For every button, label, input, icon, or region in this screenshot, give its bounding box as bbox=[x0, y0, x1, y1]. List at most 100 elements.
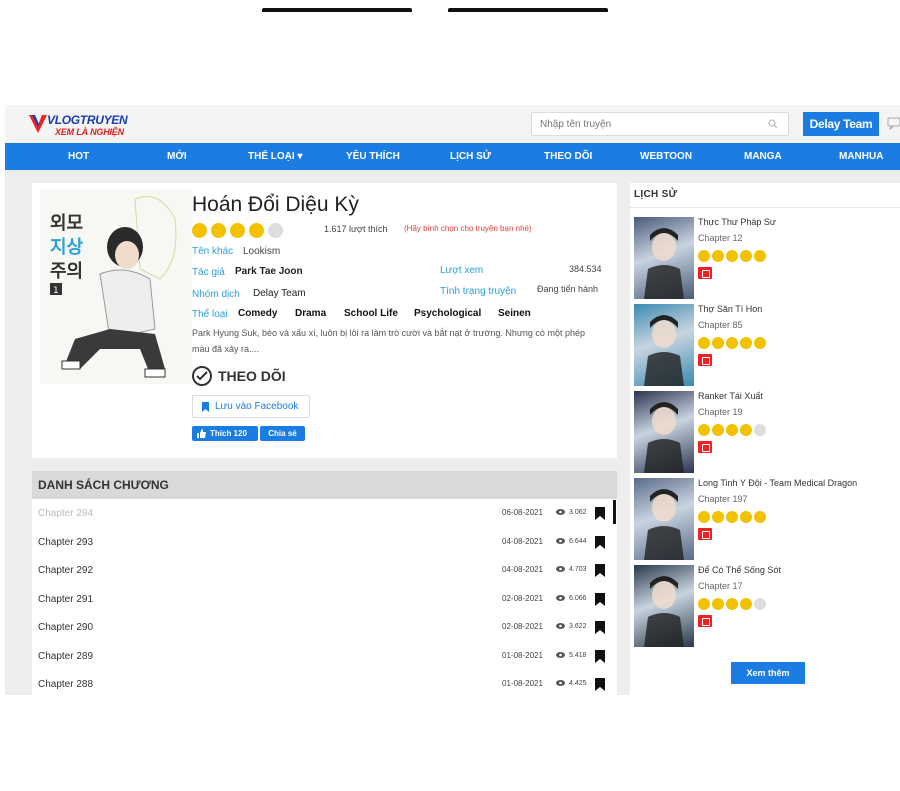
delete-history-icon[interactable] bbox=[698, 267, 712, 279]
chapter-name[interactable]: Chapter 294 bbox=[38, 508, 93, 519]
author-value[interactable]: Park Tae Joon bbox=[235, 266, 303, 277]
nav-item-new[interactable]: MỚI bbox=[167, 143, 187, 170]
chapter-row[interactable]: Chapter 291 02-08-2021 6.066 bbox=[32, 585, 617, 613]
star-empty-icon[interactable] bbox=[268, 223, 283, 238]
facebook-like-button[interactable]: Thích 120 bbox=[192, 426, 258, 441]
chapter-views: 3.062 bbox=[569, 509, 587, 516]
chapter-date: 04-08-2021 bbox=[502, 536, 543, 546]
bookmark-icon[interactable] bbox=[595, 649, 605, 663]
chapter-date: 04-08-2021 bbox=[502, 565, 543, 574]
site-logo[interactable]: VLOGTRUYEN XEM LÀ NGHIỆN bbox=[29, 111, 139, 139]
site-header: VLOGTRUYEN XEM LÀ NGHIỆN Delay Team bbox=[5, 105, 900, 143]
genre-tag-school-life[interactable]: School Life bbox=[344, 308, 398, 319]
history-thumbnail[interactable] bbox=[634, 478, 694, 560]
star-icon bbox=[740, 511, 752, 523]
user-team-button[interactable]: Delay Team bbox=[803, 112, 879, 136]
history-title[interactable]: Để Có Thể Sống Sót bbox=[698, 565, 781, 575]
chapter-row[interactable]: Chapter 292 04-08-2021 4.703 bbox=[32, 556, 617, 584]
star-icon bbox=[698, 337, 710, 349]
chapter-name[interactable]: Chapter 291 bbox=[38, 594, 93, 605]
bookmark-icon[interactable] bbox=[595, 507, 605, 520]
see-more-button[interactable]: Xem thêm bbox=[731, 662, 805, 684]
star-icon[interactable] bbox=[249, 223, 264, 238]
search-icon[interactable] bbox=[768, 119, 778, 129]
facebook-share-button[interactable]: Chia sẻ bbox=[260, 426, 305, 441]
genre-tag-drama[interactable]: Drama bbox=[295, 308, 326, 319]
chapter-views: 5.418 bbox=[569, 651, 587, 659]
history-title[interactable]: Thực Thư Pháp Sư bbox=[698, 217, 776, 227]
nav-item-webtoon[interactable]: WEBTOON bbox=[640, 143, 692, 170]
chapter-row[interactable]: Chapter 293 04-08-2021 6.644 bbox=[32, 528, 617, 556]
chapter-views: 3.622 bbox=[569, 623, 587, 630]
history-chapter[interactable]: Chapter 19 bbox=[698, 407, 743, 417]
genre-label: Thể loại bbox=[192, 309, 228, 320]
chapter-name[interactable]: Chapter 289 bbox=[38, 651, 93, 662]
history-chapter[interactable]: Chapter 85 bbox=[698, 320, 743, 330]
history-item[interactable]: Ranker Tái Xuất Chapter 19 bbox=[634, 391, 900, 473]
star-icon bbox=[740, 337, 752, 349]
nav-item-favorite[interactable]: YÊU THÍCH bbox=[346, 143, 400, 170]
chapter-date: 01-08-2021 bbox=[502, 679, 543, 688]
translator-value[interactable]: Delay Team bbox=[253, 288, 306, 299]
chapter-name[interactable]: Chapter 290 bbox=[38, 622, 93, 633]
history-thumbnail[interactable] bbox=[634, 391, 694, 473]
bookmark-icon[interactable] bbox=[595, 592, 605, 606]
nav-item-hot[interactable]: HOT bbox=[68, 143, 89, 170]
delete-history-icon[interactable] bbox=[698, 528, 712, 540]
history-chapter[interactable]: Chapter 12 bbox=[698, 233, 743, 243]
star-icon[interactable] bbox=[230, 223, 245, 238]
manga-title: Hoán Đổi Diệu Kỳ bbox=[192, 193, 359, 216]
chapter-row[interactable]: Chapter 288 01-08-2021 4.425 bbox=[32, 670, 617, 695]
star-icon[interactable] bbox=[211, 223, 226, 238]
genre-tag-comedy[interactable]: Comedy bbox=[238, 308, 277, 319]
history-item[interactable]: Để Có Thể Sống Sót Chapter 17 bbox=[634, 565, 900, 647]
history-thumbnail[interactable] bbox=[634, 304, 694, 386]
cover-title-line2: 지상 bbox=[50, 237, 84, 258]
divider bbox=[630, 207, 900, 208]
history-item[interactable]: Thợ Săn Tí Hon Chapter 85 bbox=[634, 304, 900, 386]
history-item[interactable]: Thực Thư Pháp Sư Chapter 12 bbox=[634, 217, 900, 299]
nav-item-manhua[interactable]: MANHUA bbox=[839, 143, 883, 170]
chapter-views: 6.644 bbox=[569, 537, 587, 545]
chat-icon[interactable] bbox=[887, 116, 900, 130]
rating-stars[interactable] bbox=[192, 223, 283, 238]
chapter-row[interactable]: Chapter 290 02-08-2021 3.622 bbox=[32, 613, 617, 641]
history-item[interactable]: Long Tinh Y Đội - Team Medical Dragon Cha… bbox=[634, 478, 900, 560]
main-nav: HOT MỚI THỂ LOẠI ▾ YÊU THÍCH LỊCH SỬ THE… bbox=[5, 143, 900, 170]
nav-item-following[interactable]: THEO DÕI bbox=[544, 143, 592, 170]
star-icon[interactable] bbox=[192, 223, 207, 238]
eye-icon bbox=[556, 509, 565, 515]
history-thumbnail[interactable] bbox=[634, 217, 694, 299]
history-chapter[interactable]: Chapter 197 bbox=[698, 494, 748, 504]
genre-tag-psychological[interactable]: Psychological bbox=[414, 308, 481, 319]
bookmark-icon[interactable] bbox=[595, 621, 605, 634]
star-icon bbox=[698, 511, 710, 523]
genre-tag-seinen[interactable]: Seinen bbox=[498, 308, 531, 319]
history-title[interactable]: Thợ Săn Tí Hon bbox=[698, 304, 762, 314]
history-title[interactable]: Ranker Tái Xuất bbox=[698, 391, 763, 401]
bookmark-icon[interactable] bbox=[595, 678, 605, 691]
chapter-name[interactable]: Chapter 292 bbox=[38, 565, 93, 576]
delete-history-icon[interactable] bbox=[698, 615, 712, 627]
chapter-views: 4.425 bbox=[569, 680, 587, 687]
history-title[interactable]: Long Tinh Y Đội - Team Medical Dragon bbox=[698, 478, 857, 488]
history-chapter[interactable]: Chapter 17 bbox=[698, 581, 743, 591]
history-thumbnail[interactable] bbox=[634, 565, 694, 647]
save-to-facebook-label: Lưu vào Facebook bbox=[215, 401, 299, 412]
star-icon bbox=[726, 424, 738, 436]
delete-history-icon[interactable] bbox=[698, 354, 712, 366]
nav-item-manga[interactable]: MANGA bbox=[744, 143, 782, 170]
delete-history-icon[interactable] bbox=[698, 441, 712, 453]
bookmark-icon[interactable] bbox=[595, 535, 605, 549]
cover-volume: 1 bbox=[53, 286, 59, 296]
nav-item-history[interactable]: LỊCH SỬ bbox=[450, 143, 491, 170]
search-input[interactable] bbox=[532, 113, 752, 135]
chapter-name[interactable]: Chapter 288 bbox=[38, 679, 93, 690]
chapter-row[interactable]: Chapter 289 01-08-2021 5.418 bbox=[32, 642, 617, 670]
chapter-row[interactable]: Chapter 294 06-08-2021 3.062 bbox=[32, 499, 617, 527]
nav-item-genre[interactable]: THỂ LOẠI ▾ bbox=[248, 143, 302, 170]
chapter-name[interactable]: Chapter 293 bbox=[38, 537, 93, 548]
save-to-facebook-button[interactable]: Lưu vào Facebook bbox=[192, 395, 310, 418]
bookmark-icon[interactable] bbox=[595, 564, 605, 577]
star-icon bbox=[712, 250, 724, 262]
